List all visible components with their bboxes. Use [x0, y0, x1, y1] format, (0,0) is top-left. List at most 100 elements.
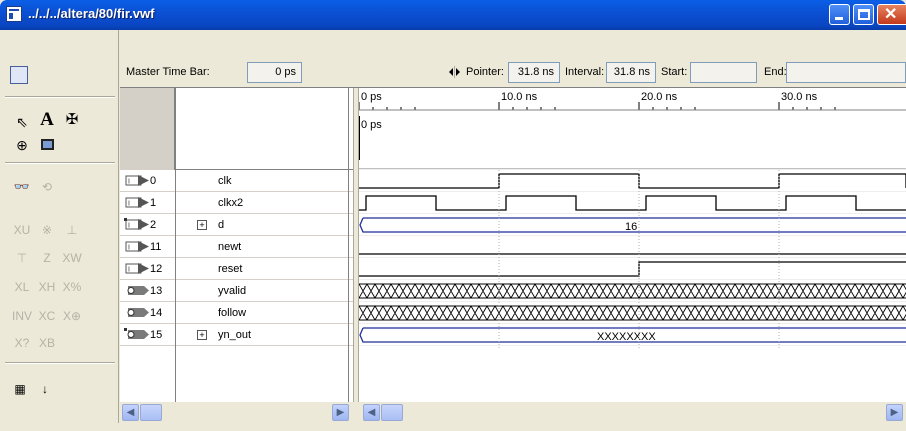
timeline-tick-label: 30.0 ns: [781, 91, 818, 103]
signal-name: d: [218, 219, 225, 231]
maximize-button[interactable]: [853, 4, 874, 25]
timeline-tick-label: 10.0 ns: [501, 91, 538, 103]
signal-row-follow[interactable]: 14 follow: [120, 302, 353, 324]
signal-name: yn_out: [218, 329, 252, 341]
left-scroll-right-button[interactable]: ▶: [332, 404, 349, 421]
timeline-tick-label: 0 ps: [361, 91, 382, 103]
sort-icon[interactable]: ↓: [35, 379, 55, 399]
status-bar: [0, 423, 906, 431]
waveform-area[interactable]: 0 ps 10.0 ns 20.0 ns 30.0 ns 0 ps 16 XXXXXXXX: [359, 88, 906, 424]
wave-yvalid: [359, 283, 906, 299]
svg-text:I: I: [128, 201, 130, 208]
interval-label: Interval:: [565, 66, 605, 78]
time-bar-arrows[interactable]: [447, 64, 462, 80]
left-scroll-thumb[interactable]: [140, 404, 162, 421]
full-screen-icon[interactable]: [37, 135, 57, 155]
minimize-button[interactable]: [829, 4, 850, 25]
pointer-tool-icon[interactable]: ⇖: [12, 112, 32, 132]
signal-row-clk[interactable]: I 0 clk: [120, 170, 353, 192]
uninitialized-icon[interactable]: XU: [12, 220, 32, 240]
high-impedance-icon[interactable]: Z: [37, 248, 57, 268]
name-column-divider: [348, 88, 349, 424]
app-icon[interactable]: [6, 6, 22, 22]
window-title: ../../../altera/80/fir.vwf: [28, 6, 155, 21]
start-label: Start:: [661, 66, 688, 78]
signal-row-yvalid[interactable]: 13 yvalid: [120, 280, 353, 302]
signal-index: 13: [150, 285, 163, 297]
signal-name: reset: [218, 263, 243, 275]
forcing-low-icon[interactable]: ⊥: [62, 220, 82, 240]
row-divider: [120, 345, 353, 346]
arbitrary-value-icon[interactable]: XC: [37, 306, 57, 326]
signal-row-yn_out[interactable]: 15 + yn_out: [120, 324, 353, 346]
expand-icon[interactable]: +: [197, 330, 207, 340]
random-value-icon[interactable]: X⊕: [62, 306, 82, 326]
output-pin-icon: [127, 308, 149, 317]
right-scroll-right-button[interactable]: ▶: [886, 404, 903, 421]
signal-index: 14: [150, 307, 163, 319]
signal-name: yvalid: [218, 285, 247, 297]
signal-index: 15: [150, 329, 163, 341]
signal-row-clkx2[interactable]: I 1 clkx2: [120, 192, 353, 214]
zoom-tool-icon[interactable]: ⊕: [12, 135, 32, 155]
invert-icon[interactable]: XH: [37, 277, 57, 297]
svg-text:I: I: [128, 179, 130, 186]
pointer-label: Pointer:: [466, 66, 504, 78]
svg-text:I: I: [128, 267, 130, 274]
weak-low-icon[interactable]: XW: [62, 248, 82, 268]
signal-row-d[interactable]: I 2 + d: [120, 214, 353, 236]
waveform-editing-tool-icon[interactable]: ✠: [62, 110, 82, 130]
signal-name: clkx2: [218, 197, 244, 209]
close-icon: ✕: [884, 6, 898, 23]
svg-text:I: I: [128, 223, 130, 230]
count-value-icon[interactable]: X%: [62, 277, 82, 297]
input-pin-icon: I: [125, 197, 149, 208]
signal-name: newt: [218, 241, 242, 253]
expand-icon[interactable]: +: [197, 220, 207, 230]
wave-clkx2: [359, 195, 906, 211]
signal-index: 1: [150, 197, 157, 209]
left-scroll-left-button[interactable]: ◀: [122, 404, 139, 421]
bus-value-icon[interactable]: XB: [37, 333, 57, 353]
pointer-value: 31.8 ns: [508, 62, 560, 83]
scrollbars: ◀ ▶ ◀ ▶: [120, 402, 906, 423]
end-label: End:: [764, 66, 787, 78]
signal-index: 2: [150, 219, 157, 231]
svg-text:I: I: [128, 245, 130, 252]
wave-yn_out-value: XXXXXXXX: [597, 331, 656, 343]
cursor-label: 0 ps: [361, 119, 382, 131]
input-pin-icon: I: [124, 218, 149, 230]
signal-row-newt[interactable]: I 11 newt: [120, 236, 353, 258]
signal-index: 0: [150, 175, 157, 187]
signal-row-reset[interactable]: I 12 reset: [120, 258, 353, 280]
input-pin-icon: I: [125, 175, 149, 186]
weak-high-icon[interactable]: XL: [12, 277, 32, 297]
signal-name: follow: [218, 307, 247, 319]
clock-value-icon[interactable]: INV: [12, 306, 32, 326]
maximize-icon: [858, 9, 870, 20]
text-tool-icon[interactable]: A: [37, 110, 57, 130]
unknown-value-icon[interactable]: X?: [12, 333, 32, 353]
right-scroll-thumb[interactable]: [381, 404, 403, 421]
signal-name: clk: [218, 175, 232, 187]
index-column-header: [120, 88, 175, 170]
wave-clk: [359, 173, 906, 189]
forcing-unknown-icon[interactable]: ※: [37, 220, 57, 240]
close-button[interactable]: ✕: [877, 4, 906, 25]
find-icon[interactable]: 👓: [12, 177, 32, 197]
output-pin-icon: [127, 286, 149, 295]
save-waveform-icon[interactable]: [10, 66, 28, 84]
master-time-bar-label: Master Time Bar:: [126, 66, 210, 78]
snap-to-grid-icon[interactable]: ▦: [10, 379, 30, 399]
forcing-high-icon[interactable]: ⊤: [12, 248, 32, 268]
title-bar[interactable]: ../../../altera/80/fir.vwf ✕: [0, 0, 906, 30]
interval-value: 31.8 ns: [606, 62, 656, 83]
start-value: [690, 62, 757, 83]
minimize-icon: [835, 17, 843, 20]
wave-d-value: 16: [625, 221, 637, 233]
right-scroll-left-button[interactable]: ◀: [363, 404, 380, 421]
timeline-tick-label: 20.0 ns: [641, 91, 678, 103]
signal-index: 12: [150, 263, 163, 275]
replace-icon[interactable]: ⟲: [37, 177, 57, 197]
master-time-bar-value[interactable]: 0 ps: [247, 62, 302, 83]
